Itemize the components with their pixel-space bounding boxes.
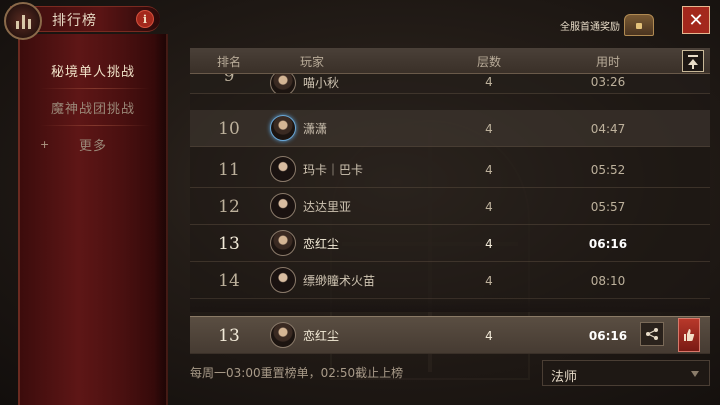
top-bar: 排行榜 i 全服首通奖励 ✕ (0, 0, 720, 40)
my-rank-row[interactable]: 13 恋红尘 4 06:16 (190, 316, 710, 354)
avatar (270, 322, 296, 348)
floors-cell: 4 (485, 75, 493, 89)
like-button[interactable] (678, 318, 700, 352)
column-header-player: 玩家 (300, 54, 325, 69)
rank-cell: 12 (218, 196, 240, 217)
close-button[interactable]: ✕ (682, 6, 710, 34)
table-row-self[interactable]: 13 恋红尘 4 06:16 (190, 225, 710, 262)
column-header-floors: 层数 (476, 54, 501, 69)
time-cell: 06:16 (588, 328, 628, 343)
sidebar-item-solo-challenge[interactable]: 秘境单人挑战 (20, 52, 166, 88)
player-name: 潇潇 (303, 122, 328, 136)
arrow-stem (692, 64, 694, 69)
thumbs-up-icon (684, 329, 695, 341)
time-cell: 05:57 (590, 199, 626, 214)
avatar (270, 230, 296, 256)
reset-schedule-note: 每周一03:00重置榜单，02:50截止上榜 (190, 366, 404, 380)
treasure-chest-icon[interactable] (624, 14, 654, 36)
avatar (270, 267, 296, 293)
sidebar-item-label: 秘境单人挑战 (50, 64, 135, 80)
rank-cell: 13 (218, 233, 240, 254)
sidebar-item-label: 魔神战团挑战 (50, 101, 135, 117)
scroll-top-icon (688, 55, 698, 57)
sidebar-item-team-challenge[interactable]: 魔神战团挑战 (20, 89, 166, 125)
avatar (270, 193, 296, 219)
floors-cell: 4 (485, 273, 493, 288)
time-cell: 08:10 (590, 273, 626, 288)
table-row[interactable]: 11 玛卡｜巴卡 4 05:52 (190, 151, 710, 188)
time-cell: 04:47 (590, 121, 626, 136)
table-row[interactable]: 12 达达里亚 4 05:57 (190, 188, 710, 225)
rank-cell: 13 (218, 325, 240, 346)
avatar (270, 74, 296, 93)
rank-cell: 9 (223, 74, 235, 86)
column-header-time: 用时 (595, 54, 620, 69)
table-header: 排名 玩家 层数 用时 (190, 48, 710, 74)
rank-cell: 14 (218, 270, 240, 291)
player-name: 喵小秋 (303, 75, 340, 90)
first-clear-reward-label[interactable]: 全服首通奖励 (560, 18, 620, 33)
table-row[interactable]: 14 缥缈瞳术火苗 4 08:10 (190, 262, 710, 299)
floors-cell: 4 (485, 162, 493, 177)
floors-cell: 4 (485, 236, 493, 251)
chevron-down-icon (691, 371, 699, 377)
avatar (270, 156, 296, 182)
leaderboard-icon (4, 2, 42, 40)
share-icon (646, 328, 658, 340)
column-header-rank: 排名 (216, 54, 241, 69)
plus-icon: + (40, 138, 51, 151)
rank-cell: 10 (218, 118, 240, 139)
share-button[interactable] (640, 322, 664, 346)
table-row[interactable]: 9 喵小秋 4 03:26 (190, 74, 710, 94)
time-cell: 03:26 (590, 75, 626, 89)
sidebar: 秘境单人挑战 魔神战团挑战 + 更多 (18, 34, 168, 405)
sidebar-item-label: 更多 (78, 138, 107, 154)
player-name: 达达里亚 (303, 200, 352, 214)
player-name: 玛卡｜巴卡 (303, 163, 364, 177)
rank-cell: 11 (218, 159, 240, 180)
info-icon[interactable]: i (136, 10, 154, 28)
time-cell: 05:52 (590, 162, 626, 177)
floors-cell: 4 (485, 328, 493, 343)
page-title: 排行榜 (52, 13, 97, 29)
player-name: 缥缈瞳术火苗 (303, 274, 376, 288)
avatar (270, 115, 296, 141)
time-cell: 06:16 (588, 236, 628, 251)
scroll-to-top-button[interactable] (682, 50, 704, 72)
class-filter-dropdown[interactable]: 法师 (542, 360, 710, 386)
sidebar-item-more[interactable]: + 更多 (20, 126, 166, 162)
floors-cell: 4 (485, 199, 493, 214)
list-fade (190, 296, 710, 312)
table-row[interactable]: 10 潇潇 4 04:47 (190, 110, 710, 147)
floors-cell: 4 (485, 121, 493, 136)
player-name: 恋红尘 (303, 329, 340, 343)
player-name: 恋红尘 (303, 237, 340, 251)
class-filter-value: 法师 (551, 370, 578, 385)
